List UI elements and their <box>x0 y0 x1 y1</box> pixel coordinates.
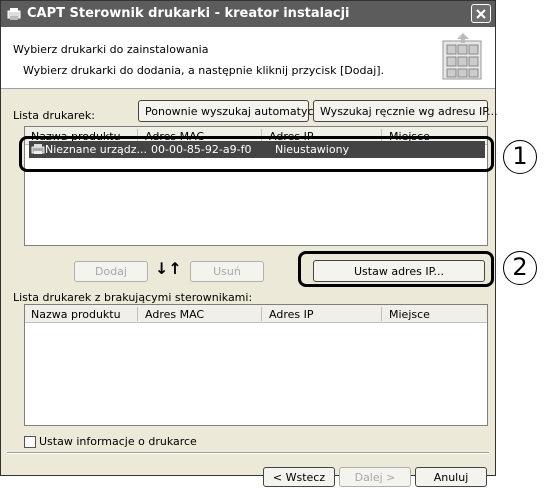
wizard-header: Wybierz drukarki do zainstalowania Wybie… <box>1 27 495 89</box>
callout-1-marker: 1 <box>503 140 537 174</box>
callout-2-highlight <box>298 251 494 287</box>
missing-drivers-list[interactable]: Nazwa produktu Adres MAC Adres IP Miejsc… <box>24 304 488 426</box>
back-button[interactable]: < Wstecz <box>263 467 335 487</box>
add-button[interactable]: Dodaj <box>74 261 148 282</box>
callout-2-marker: 2 <box>503 251 537 285</box>
set-printer-info-label: Ustaw informacje o drukarce <box>39 435 197 448</box>
column-header[interactable]: Miejsce <box>389 308 430 321</box>
printer-list-label: Lista drukarek: <box>13 109 95 122</box>
close-icon <box>476 9 486 19</box>
header-title: Wybierz drukarki do zainstalowania <box>13 43 209 56</box>
column-header[interactable]: Nazwa produktu <box>31 308 121 321</box>
column-header[interactable]: Adres MAC <box>145 308 204 321</box>
missing-drivers-header: Nazwa produktu Adres MAC Adres IP Miejsc… <box>25 305 487 323</box>
title-bar: CAPT Sterownik drukarki - kreator instal… <box>1 1 495 27</box>
remove-button[interactable]: Usuń <box>190 261 264 282</box>
rescan-button[interactable]: Ponownie wyszukaj automatycznie <box>138 100 336 122</box>
next-button[interactable]: Dalej > <box>339 467 411 487</box>
callout-1-highlight <box>19 136 494 172</box>
installer-window: CAPT Sterownik drukarki - kreator instal… <box>0 0 498 487</box>
app-icon <box>7 7 21 21</box>
missing-drivers-label: Lista drukarek z brakującymi sterownikam… <box>13 291 253 304</box>
move-arrows-icon: ↓↑ <box>155 259 182 278</box>
window-title: CAPT Sterownik drukarki - kreator instal… <box>27 6 350 21</box>
footer-separator <box>7 452 489 454</box>
manual-ip-search-button[interactable]: Wyszukaj ręcznie wg adresu IP... <box>313 100 498 122</box>
column-header[interactable]: Adres IP <box>269 308 313 321</box>
close-button[interactable] <box>471 4 491 23</box>
cancel-button[interactable]: Anuluj <box>415 467 487 487</box>
header-subtitle: Wybierz drukarki do dodania, a następnie… <box>23 64 385 77</box>
set-printer-info-checkbox[interactable] <box>24 436 36 448</box>
printers-graphic-icon <box>439 31 485 86</box>
